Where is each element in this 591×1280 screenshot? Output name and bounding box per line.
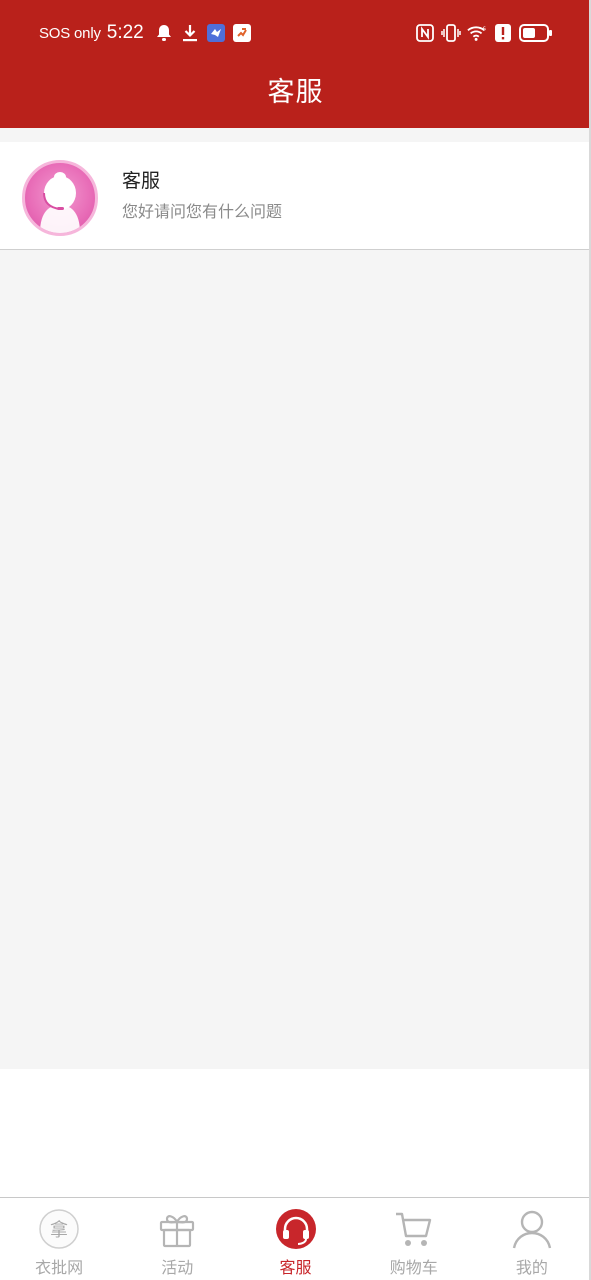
tab-label: 我的 (515, 1258, 548, 1277)
tab-customer-service[interactable]: 客服 (236, 1198, 354, 1280)
clock: 5:22 (106, 22, 144, 43)
carrier-text: SOS only (39, 24, 101, 42)
tab-profile[interactable]: 我的 (473, 1198, 591, 1280)
app-icon-runner (232, 23, 252, 43)
svg-text:6: 6 (482, 26, 486, 32)
battery-icon (519, 23, 553, 43)
conversation-item[interactable]: 客服 您好请问您有什么问题 (0, 142, 591, 250)
header: SOS only 5:22 6 客服 (0, 0, 591, 128)
status-right: 6 (415, 18, 553, 48)
vibrate-icon (441, 23, 461, 43)
wifi-icon: 6 (467, 23, 487, 43)
tab-label: 购物车 (389, 1258, 438, 1277)
page-title: 客服 (267, 77, 324, 108)
tab-activity[interactable]: 活动 (118, 1198, 236, 1280)
tab-label: 活动 (161, 1258, 194, 1277)
bottom-tabbar: 拿 衣批网 活动 客服 购物车 我的 (0, 1197, 591, 1280)
status-left: SOS only 5:22 (39, 18, 252, 48)
cart-icon (393, 1208, 435, 1250)
conversation-name: 客服 (122, 170, 161, 192)
status-bar: SOS only 5:22 6 (0, 18, 591, 48)
conversation-last-message: 您好请问您有什么问题 (122, 202, 283, 221)
blank-area (0, 1069, 591, 1197)
gift-icon (156, 1208, 198, 1250)
customer-service-avatar (22, 160, 98, 236)
download-icon (180, 23, 200, 43)
nfc-icon (415, 23, 435, 43)
alert-icon (493, 23, 513, 43)
conversation-area: 客服 您好请问您有什么问题 (0, 128, 591, 1069)
app-screen: SOS only 5:22 6 客服 客服 您好请问您有什么问题 拿 衣批网 活… (0, 0, 591, 1280)
user-icon (511, 1208, 553, 1250)
tab-cart[interactable]: 购物车 (355, 1198, 473, 1280)
home-logo-char: 拿 (50, 1219, 68, 1241)
home-logo-icon: 拿 (38, 1208, 80, 1250)
app-icon-blue (206, 23, 226, 43)
tab-home[interactable]: 拿 衣批网 (0, 1198, 118, 1280)
tab-label: 衣批网 (35, 1258, 84, 1277)
tab-label: 客服 (279, 1258, 312, 1277)
headset-icon (275, 1208, 317, 1250)
bell-icon (154, 23, 174, 43)
